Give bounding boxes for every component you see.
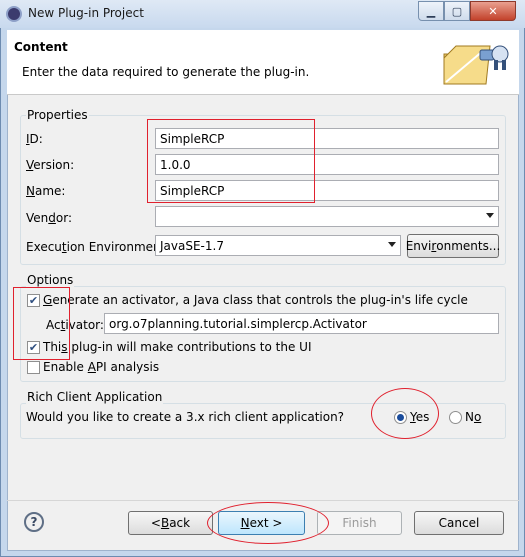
eclipse-icon [6,6,22,22]
annotation-rect-id-version-name [147,119,315,203]
api-analysis-label[interactable]: Enable API analysis [43,360,159,374]
plugin-folder-icon [443,45,509,85]
window-title: New Plug-in Project [28,6,144,20]
activator-field[interactable]: org.o7planning.tutorial.simplercp.Activa… [104,313,499,334]
no-radio-label[interactable]: No [465,410,481,424]
vendor-combo[interactable] [155,206,499,227]
page-description: Enter the data required to generate the … [22,65,310,79]
api-analysis-checkbox[interactable] [27,361,40,374]
footer-separator [7,500,519,501]
execution-environment-combo[interactable]: JavaSE-1.7 [155,235,401,256]
help-icon-glyph: ? [30,515,38,529]
vendor-label: Vendor: [26,211,72,225]
close-button[interactable]: ✕ [470,1,516,21]
page-title: Content [14,40,68,54]
ui-contributions-label[interactable]: This plug-in will make contributions to … [43,340,312,354]
options-group-title: Options [26,273,75,287]
minimize-icon: ▁ [426,4,436,18]
cancel-button[interactable]: Cancel [414,511,504,535]
maximize-button[interactable]: ▢ [444,1,470,21]
version-label: Version: [26,158,75,172]
annotation-oval-yes [371,388,439,439]
rich-client-group-title: Rich Client Application [26,390,164,404]
finish-button[interactable]: Finish [317,511,402,535]
execution-environment-label: Execution Environment: [26,240,170,254]
help-icon[interactable]: ? [24,512,44,532]
chevron-down-icon [486,213,494,218]
back-button[interactable]: < Back [128,511,213,535]
name-label: Name: [26,184,66,198]
execution-environment-value: JavaSE-1.7 [160,239,224,253]
minimize-button[interactable]: ▁ [418,1,444,21]
rich-client-question: Would you like to create a 3.x rich clie… [26,410,345,424]
maximize-icon: ▢ [451,4,463,18]
no-radio[interactable] [449,411,462,424]
chevron-down-icon [388,242,396,247]
close-icon: ✕ [488,4,498,18]
id-label: ID: [26,132,43,146]
annotation-rect-checkboxes [13,287,70,360]
annotation-oval-next [207,502,329,544]
properties-group-title: Properties [26,108,89,122]
environments-button[interactable]: Envi r onments... [406,234,500,258]
activator-checkbox-label[interactable]: Generate an activator, a Java class that… [43,293,468,307]
